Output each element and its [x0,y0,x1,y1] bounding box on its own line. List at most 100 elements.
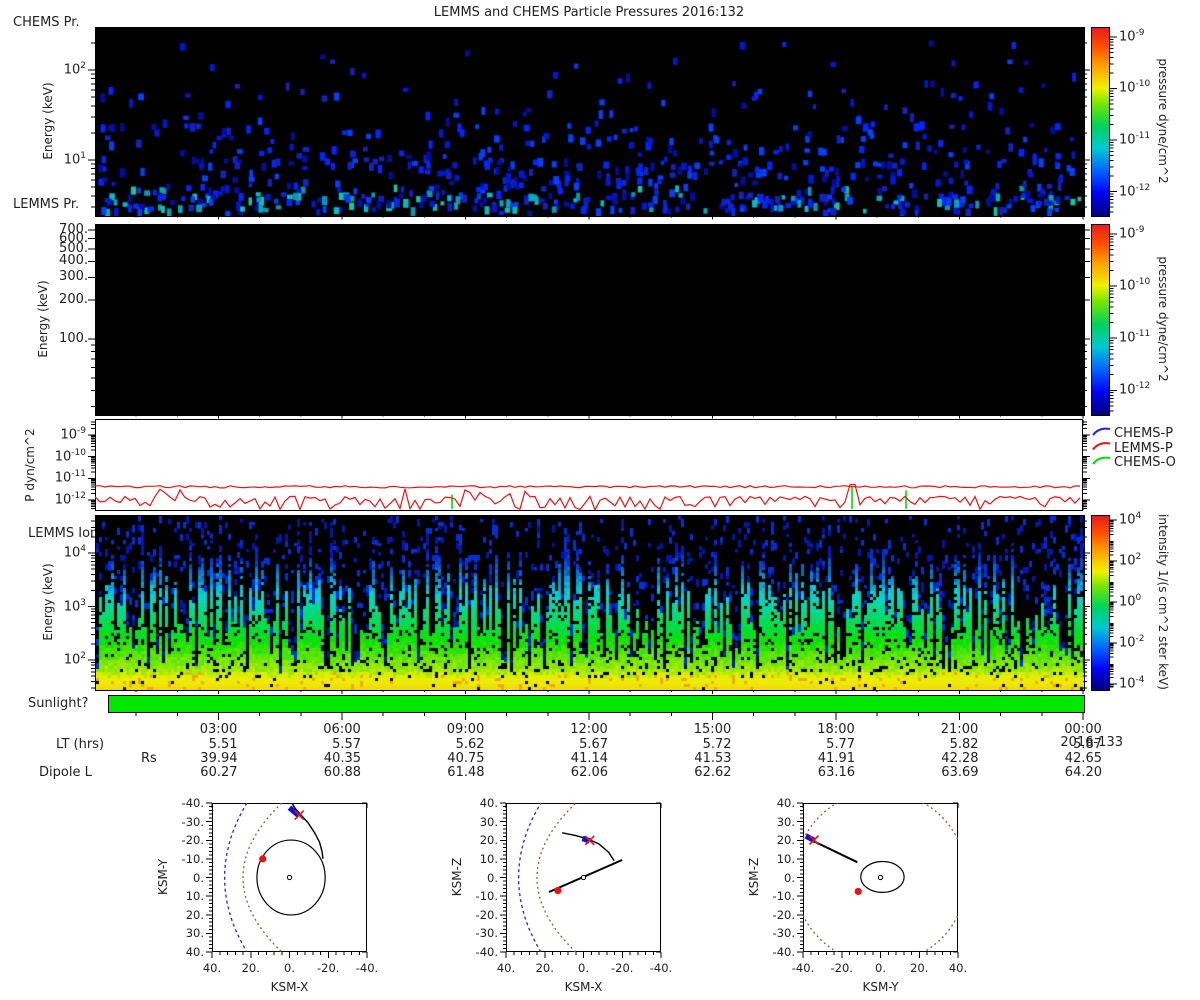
lemms-ions-spectrogram [95,515,1085,691]
pressure-colorbar-mid-tick-label: 10-12 [1119,381,1151,398]
orbit-ytick-label: -40. [772,945,795,959]
lemms-ytick-label: 400. [59,253,88,269]
orbit-ytick-label: 40. [185,945,204,959]
pressure-colorbar-top-tick-label: 10-10 [1119,79,1151,96]
chems-pressure-spectrogram [95,27,1085,217]
pressure-colorbar-top-tick-label: 10-12 [1119,182,1151,199]
chems-y-axis-label: Energy (keV) [41,82,55,160]
pressure-colorbar-mid-tick-label: 10-11 [1119,329,1151,346]
ephemeris-value: 63.16 [817,765,856,780]
ephemeris-row-label: Rs [141,751,157,766]
orbit-ytick-label: -20. [181,833,204,848]
orbit-xaxis-label: KSM-X [270,980,309,994]
orbit-ytick-label: 20. [185,907,204,922]
lemms-pressure-spectrogram [95,224,1085,416]
orbit-xaxis-label: KSM-X [564,980,603,994]
lemms-ytick-label: 100. [59,331,88,346]
sunlight-bar [108,695,1085,713]
ephemeris-value: 5.72 [702,737,732,752]
orbit-ytick-label: 0. [193,870,204,885]
ephemeris-value: 39.94 [200,751,238,766]
ephemeris-value: 62.06 [570,765,609,780]
legend-label-chems-p: CHEMS-P [1114,426,1174,441]
orbit-ytick-label: -30. [181,814,204,829]
chems-ytick-label: 101 [63,150,86,168]
orbit-xtick-label: -40. [649,961,673,975]
lemms-ytick-label: 300. [59,269,88,285]
time-tick-label: 18:00 [817,722,855,737]
figure-title: LEMMS and CHEMS Particle Pressures 2016:… [433,5,745,20]
legend-label-lemms-p: LEMMS-P [1114,440,1173,456]
ephemeris-value: 5.57 [332,737,362,752]
intensity-colorbar-tick-label: 10-4 [1119,674,1145,692]
orbit-ytick-label: 20. [479,833,498,848]
orbit-ytick-label: 30. [185,926,204,941]
pressure-ytick-label: 10-9 [60,426,86,443]
time-tick-label: 15:00 [693,722,732,737]
orbit-ytick-label: 0. [487,870,498,885]
ephemeris-value: 5.67 [579,737,609,752]
time-tick-label: 00:00 [1064,722,1102,737]
pressure-ytick-label: 10-10 [54,447,86,465]
orbit-ytick-label: -10. [475,889,498,904]
ephemeris-value: 41.91 [817,751,856,766]
ephemeris-value: 41.14 [570,751,609,766]
pressure-colorbar-mid-tick-label: 10-10 [1119,277,1151,294]
pressure-colorbar-mid [1091,224,1110,416]
ions-panel-label: LEMMS Ions [28,526,106,541]
orbit-plot-3 [803,803,958,952]
pressure-colorbar-top [1091,27,1110,217]
ephemeris-value: 5.51 [208,737,238,752]
orbit-ytick-label: 10. [776,851,795,866]
orbit-xtick-label: 40. [948,961,968,975]
orbit-yaxis-label: KSM-Y [156,858,170,895]
orbit-ytick-label: -20. [475,907,498,922]
ephemeris-value: 40.75 [447,751,485,766]
sunlight-panel-label: Sunlight? [28,696,89,711]
ephemeris-value: 5.62 [455,737,485,752]
legend-label-chems-o: CHEMS-O [1114,455,1176,470]
ephemeris-value: 40.35 [323,751,362,766]
orbit-ytick-label: 10. [479,851,498,866]
ions-ytick-label: 104 [63,544,86,561]
ions-ytick-label: 103 [63,597,86,614]
orbit-plot-2 [506,803,661,952]
pressure-colorbar-top-tick-label: 10-11 [1119,130,1151,148]
colorbar1-label: pressure dyne/cm^2 [1156,58,1170,184]
intensity-colorbar-tick-label: 100 [1119,593,1142,610]
orbit-plot-1 [212,803,367,952]
ephemeris-row-label: Dipole L [39,765,92,780]
ephemeris-value: 60.27 [200,765,238,780]
time-tick-label: 03:00 [199,722,238,737]
pressure-colorbar-mid-tick-label: 10-9 [1119,225,1145,242]
ephemeris-value: 5.77 [826,737,856,752]
orbit-xaxis-label: KSM-Y [862,980,899,994]
ephemeris-value: 5.87 [1073,737,1103,752]
time-tick-label: 12:00 [570,722,608,737]
orbit-yaxis-label: KSM-Z [450,857,464,896]
pressure-y-axis-label: P dyn/cm^2 [23,428,37,502]
colorbar3-label: intensity 1/(s cm^2 ster keV) [1156,514,1170,690]
ions-y-axis-label: Energy (keV) [41,563,55,641]
ephemeris-value: 64.20 [1064,765,1103,780]
orbit-xtick-label: -40. [355,961,379,975]
ephemeris-value: 62.62 [694,765,732,780]
orbit-ytick-label: -10. [181,851,204,866]
orbit-ytick-label: 40. [479,796,498,810]
orbit-ytick-label: 10. [185,889,204,904]
ephemeris-row-label: LT (hrs) [56,737,105,752]
intensity-colorbar [1091,515,1110,691]
orbit-ytick-label: 40. [776,796,795,810]
ephemeris-value: 41.53 [694,751,732,766]
intensity-colorbar-tick-label: 102 [1119,552,1142,569]
time-tick-label: 09:00 [446,722,485,737]
ephemeris-value: 60.88 [323,765,362,780]
lemms-ytick-label: 200. [59,292,88,308]
time-tick-label: 21:00 [940,722,979,737]
orbit-ytick-label: -40. [475,945,498,959]
ephemeris-value: 42.28 [941,751,979,766]
intensity-colorbar-tick-label: 10-2 [1119,633,1145,651]
pressure-colorbar-top-tick-label: 10-9 [1119,27,1145,45]
orbit-yaxis-label: KSM-Z [747,857,761,896]
ions-ytick-label: 102 [63,651,86,668]
